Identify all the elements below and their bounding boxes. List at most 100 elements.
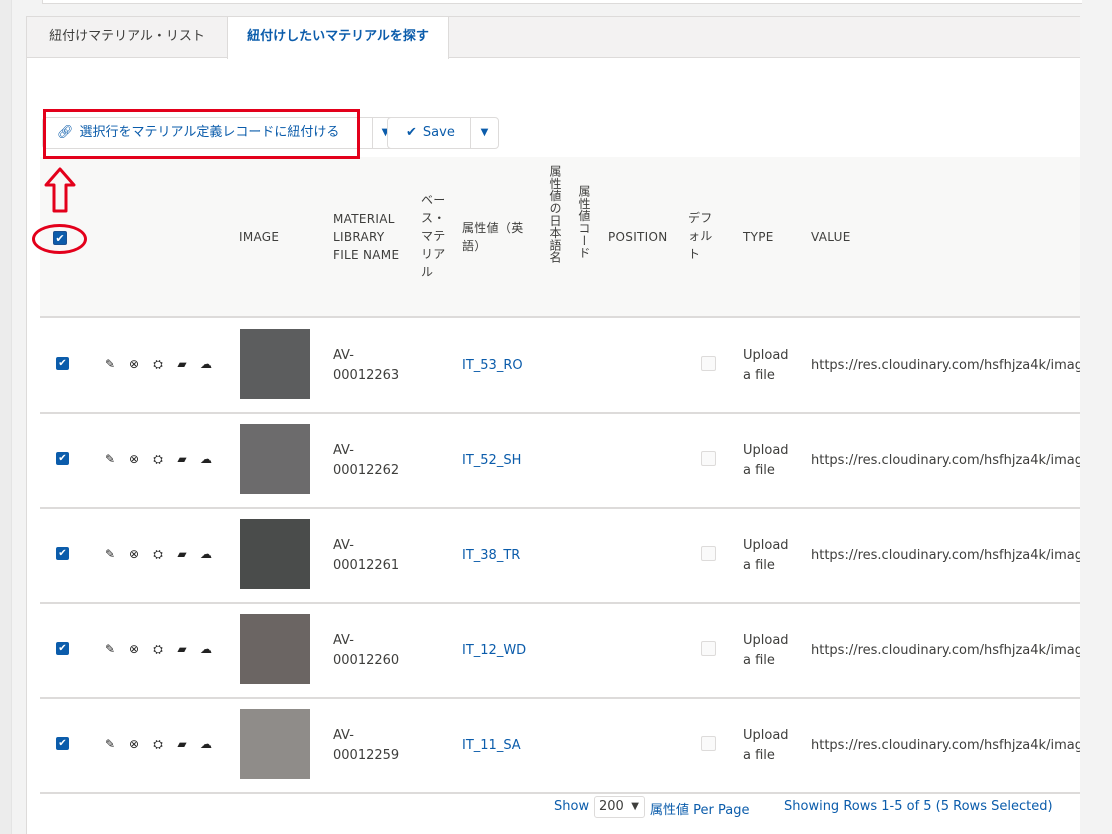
rows-info: Showing Rows 1-5 of 5 (5 Rows Selected): [784, 799, 1053, 814]
type-cell: Upload a file: [743, 443, 789, 478]
folder-open-icon[interactable]: ▰: [174, 452, 190, 468]
material-thumbnail: [240, 614, 310, 684]
show-label: Show: [554, 799, 590, 814]
close-circle-icon[interactable]: ⊗: [126, 547, 142, 563]
value-cell: https://res.cloudinary.com/hsfhjza4k/ima…: [811, 643, 1080, 658]
header-value: VALUE: [811, 230, 851, 244]
link-selected-rows-button[interactable]: 🔗︎ 選択行をマテリアル定義レコードに紐付ける: [42, 117, 382, 149]
hierarchy-icon[interactable]: ⛭: [150, 357, 166, 373]
close-circle-icon[interactable]: ⊗: [126, 357, 142, 373]
type-cell: Upload a file: [743, 538, 789, 573]
table-row: ✔ ✎ ⊗ ⛭ ▰ ☁ AV-00012259 IT_11_SA Upload a file ht…: [40, 699, 1080, 794]
pencil-icon[interactable]: ✎: [102, 452, 118, 468]
attr-en-link[interactable]: IT_11_SA: [462, 736, 521, 756]
hierarchy-icon[interactable]: ⛭: [150, 642, 166, 658]
header-default: デフォルト: [688, 211, 713, 261]
value-cell: https://res.cloudinary.com/hsfhjza4k/ima…: [811, 453, 1080, 468]
save-button[interactable]: ✔ Save: [387, 117, 471, 149]
chevron-down-icon: ▼: [631, 801, 639, 812]
row-select-checkbox[interactable]: ✔: [56, 642, 69, 655]
folder-open-icon[interactable]: ▰: [174, 642, 190, 658]
cloud-upload-icon[interactable]: ☁: [198, 452, 214, 468]
attr-en-link[interactable]: IT_52_SH: [462, 451, 521, 471]
save-dropdown-button[interactable]: ▼: [470, 117, 499, 149]
value-cell: https://res.cloudinary.com/hsfhjza4k/ima…: [811, 738, 1080, 753]
tab-bar: 紐付けマテリアル・リスト 紐付けしたいマテリアルを探す: [27, 17, 1080, 59]
folder-open-icon[interactable]: ▰: [174, 547, 190, 563]
value-cell: https://res.cloudinary.com/hsfhjza4k/ima…: [811, 358, 1080, 373]
pencil-icon[interactable]: ✎: [102, 547, 118, 563]
folder-open-icon[interactable]: ▰: [174, 357, 190, 373]
header-file-name: MATERIAL LIBRARY FILE NAME: [333, 212, 400, 262]
material-thumbnail: [240, 329, 310, 399]
default-checkbox[interactable]: [701, 641, 716, 656]
per-page-label: 属性値 Per Page: [650, 803, 750, 818]
attr-en-link[interactable]: IT_12_WD: [462, 641, 526, 661]
header-position: POSITION: [608, 230, 668, 244]
material-table: ✔ IMAGE MATERIAL LIBRARY FILE NAME ベース・マ…: [40, 157, 1080, 794]
header-type: TYPE: [743, 230, 774, 244]
close-circle-icon[interactable]: ⊗: [126, 452, 142, 468]
material-thumbnail: [240, 709, 310, 779]
row-select-checkbox[interactable]: ✔: [56, 452, 69, 465]
cloud-upload-icon[interactable]: ☁: [198, 357, 214, 373]
cloud-upload-icon[interactable]: ☁: [198, 737, 214, 753]
page-size-select[interactable]: 200 ▼: [594, 796, 645, 818]
type-cell: Upload a file: [743, 348, 789, 383]
file-name-cell: AV-00012262: [333, 443, 400, 478]
header-attr-code: 属性値コード: [577, 185, 591, 259]
pagination-footer: Show 200 ▼ 属性値 Per Page Showing Rows 1-5 …: [27, 793, 1080, 834]
cloud-upload-icon[interactable]: ☁: [198, 642, 214, 658]
header-base-material: ベース・マテリアル: [421, 193, 446, 279]
attr-en-link[interactable]: IT_38_TR: [462, 546, 520, 566]
file-name-cell: AV-00012261: [333, 538, 400, 573]
file-name-cell: AV-00012259: [333, 728, 400, 763]
check-icon: ✔: [406, 125, 417, 140]
cloud-upload-icon[interactable]: ☁: [198, 547, 214, 563]
save-button-label: Save: [422, 125, 455, 140]
material-thumbnail: [240, 519, 310, 589]
page: 紐付けマテリアル・リスト 紐付けしたいマテリアルを探す 🔗︎ 選択行をマテリアル定…: [0, 0, 1112, 834]
default-checkbox[interactable]: [701, 451, 716, 466]
row-select-checkbox[interactable]: ✔: [56, 737, 69, 750]
tab-linked-material-list[interactable]: 紐付けマテリアル・リスト: [27, 17, 227, 58]
default-checkbox[interactable]: [701, 546, 716, 561]
top-panel-edge: [42, 0, 1082, 4]
default-checkbox[interactable]: [701, 736, 716, 751]
hierarchy-icon[interactable]: ⛭: [150, 737, 166, 753]
default-checkbox[interactable]: [701, 356, 716, 371]
table-row: ✔ ✎ ⊗ ⛭ ▰ ☁ AV-00012263 IT_53_RO Upload a file ht…: [40, 319, 1080, 414]
header-image: IMAGE: [239, 230, 280, 244]
pencil-icon[interactable]: ✎: [102, 737, 118, 753]
pencil-icon[interactable]: ✎: [102, 642, 118, 658]
type-cell: Upload a file: [743, 728, 789, 763]
link-icon: 🔗︎: [57, 125, 74, 140]
file-name-cell: AV-00012263: [333, 348, 400, 383]
table-header: ✔ IMAGE MATERIAL LIBRARY FILE NAME ベース・マ…: [40, 157, 1080, 318]
file-name-cell: AV-00012260: [333, 633, 400, 668]
header-attr-jp: 属性値の日本語名: [548, 165, 562, 264]
close-circle-icon[interactable]: ⊗: [126, 642, 142, 658]
attr-en-link[interactable]: IT_53_RO: [462, 356, 523, 376]
material-panel: 紐付けマテリアル・リスト 紐付けしたいマテリアルを探す 🔗︎ 選択行をマテリアル定…: [26, 16, 1080, 834]
hierarchy-icon[interactable]: ⛭: [150, 547, 166, 563]
chevron-down-icon: ▼: [480, 127, 489, 138]
type-cell: Upload a file: [743, 633, 789, 668]
table-row: ✔ ✎ ⊗ ⛭ ▰ ☁ AV-00012260 IT_12_WD Upload a file ht…: [40, 604, 1080, 699]
close-circle-icon[interactable]: ⊗: [126, 737, 142, 753]
tab-find-material[interactable]: 紐付けしたいマテリアルを探す: [227, 17, 449, 59]
select-all-checkbox[interactable]: ✔: [53, 231, 67, 245]
row-select-checkbox[interactable]: ✔: [56, 547, 69, 560]
table-row: ✔ ✎ ⊗ ⛭ ▰ ☁ AV-00012261 IT_38_TR Upload a file ht…: [40, 509, 1080, 604]
left-gutter: [0, 0, 12, 834]
folder-open-icon[interactable]: ▰: [174, 737, 190, 753]
link-button-label: 選択行をマテリアル定義レコードに紐付ける: [79, 125, 340, 140]
material-thumbnail: [240, 424, 310, 494]
header-attr-en: 属性値（英語）: [462, 221, 524, 253]
pencil-icon[interactable]: ✎: [102, 357, 118, 373]
hierarchy-icon[interactable]: ⛭: [150, 452, 166, 468]
table-row: ✔ ✎ ⊗ ⛭ ▰ ☁ AV-00012262 IT_52_SH Upload a file ht…: [40, 414, 1080, 509]
page-size-value: 200: [599, 799, 624, 814]
value-cell: https://res.cloudinary.com/hsfhjza4k/ima…: [811, 548, 1080, 563]
row-select-checkbox[interactable]: ✔: [56, 357, 69, 370]
